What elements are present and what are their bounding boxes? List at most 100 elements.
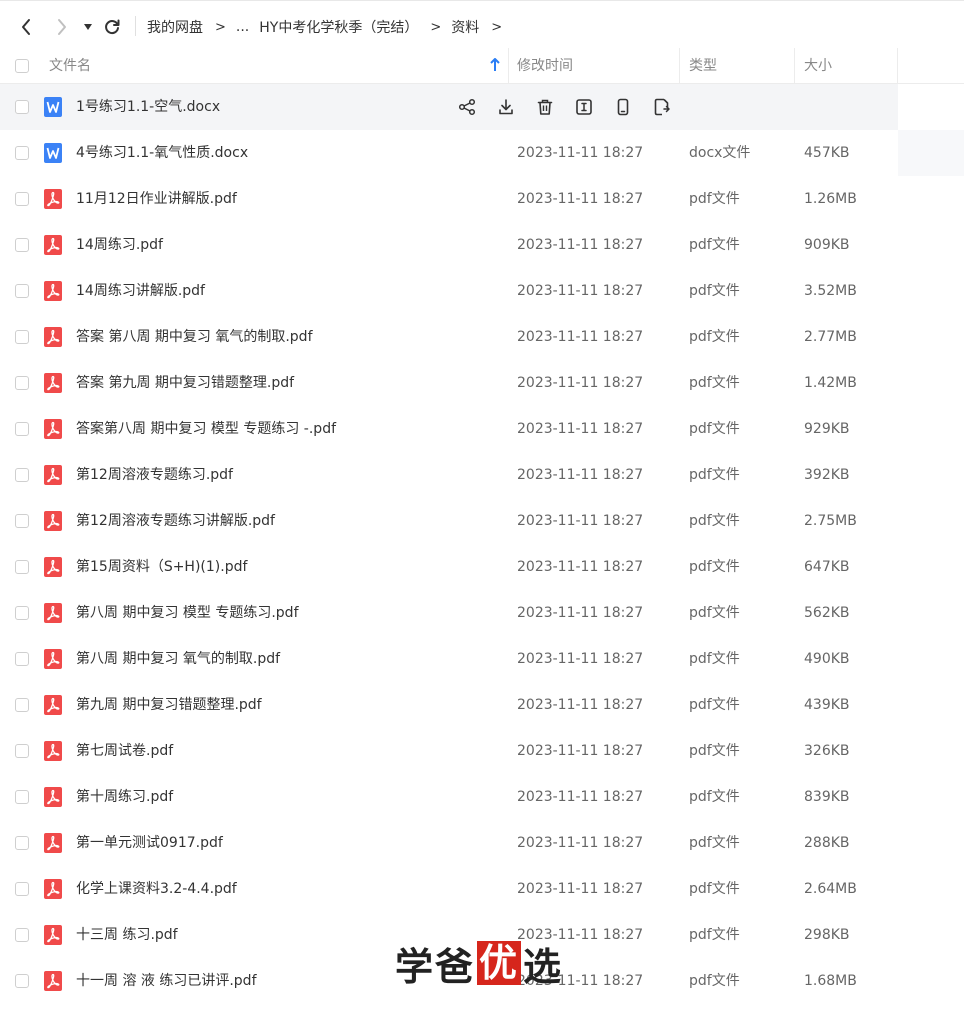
- file-checkbox[interactable]: [15, 698, 29, 712]
- file-row[interactable]: 第八周 期中复习 氧气的制取.pdf 2023-11-11 18:27 pdf文…: [0, 636, 964, 682]
- history-dropdown-button[interactable]: [80, 15, 96, 39]
- file-row[interactable]: 第一单元测试0917.pdf 2023-11-11 18:27 pdf文件 28…: [0, 820, 964, 866]
- file-name[interactable]: 1号练习1.1-空气.docx: [76, 84, 220, 130]
- file-row[interactable]: 第12周溶液专题练习讲解版.pdf 2023-11-11 18:27 pdf文件…: [0, 498, 964, 544]
- file-name[interactable]: 答案 第八周 期中复习 氧气的制取.pdf: [76, 314, 313, 360]
- column-header-size[interactable]: 大小: [804, 48, 832, 84]
- pdf-file-icon: [44, 235, 62, 255]
- file-name[interactable]: 答案第八周 期中复习 模型 专题练习 -.pdf: [76, 406, 336, 452]
- breadcrumb-item-course[interactable]: HY中考化学秋季（完结）: [259, 17, 418, 37]
- file-name[interactable]: 第十周练习.pdf: [76, 774, 173, 820]
- phone-icon[interactable]: [613, 97, 633, 117]
- column-divider[interactable]: [897, 48, 898, 84]
- file-type: pdf文件: [689, 789, 740, 805]
- column-header-modified[interactable]: 修改时间: [517, 48, 573, 84]
- share-icon[interactable]: [457, 97, 477, 117]
- sort-ascending-icon[interactable]: [490, 58, 500, 74]
- file-size: 439KB: [804, 697, 850, 713]
- file-row[interactable]: 4号练习1.1-氧气性质.docx 2023-11-11 18:27 docx文…: [0, 130, 964, 176]
- file-checkbox[interactable]: [15, 468, 29, 482]
- file-checkbox[interactable]: [15, 652, 29, 666]
- file-size: 392KB: [804, 467, 850, 483]
- file-row[interactable]: 答案 第九周 期中复习错题整理.pdf 2023-11-11 18:27 pdf…: [0, 360, 964, 406]
- file-row[interactable]: 第12周溶液专题练习.pdf 2023-11-11 18:27 pdf文件 39…: [0, 452, 964, 498]
- file-type: pdf文件: [689, 191, 740, 207]
- file-type: pdf文件: [689, 513, 740, 529]
- file-modified-time: 2023-11-11 18:27: [517, 835, 644, 851]
- file-checkbox[interactable]: [15, 790, 29, 804]
- file-name[interactable]: 第九周 期中复习错题整理.pdf: [76, 682, 262, 728]
- file-row[interactable]: 答案第八周 期中复习 模型 专题练习 -.pdf 2023-11-11 18:2…: [0, 406, 964, 452]
- file-row[interactable]: 14周练习讲解版.pdf 2023-11-11 18:27 pdf文件 3.52…: [0, 268, 964, 314]
- file-row[interactable]: 14周练习.pdf 2023-11-11 18:27 pdf文件 909KB: [0, 222, 964, 268]
- file-row[interactable]: 第八周 期中复习 模型 专题练习.pdf 2023-11-11 18:27 pd…: [0, 590, 964, 636]
- file-checkbox[interactable]: [15, 836, 29, 850]
- file-row[interactable]: 第七周试卷.pdf 2023-11-11 18:27 pdf文件 326KB: [0, 728, 964, 774]
- file-checkbox[interactable]: [15, 192, 29, 206]
- file-checkbox[interactable]: [15, 146, 29, 160]
- select-all-checkbox[interactable]: [15, 59, 29, 73]
- rename-icon[interactable]: [574, 97, 594, 117]
- file-name[interactable]: 第八周 期中复习 氧气的制取.pdf: [76, 636, 280, 682]
- file-modified-time: 2023-11-11 18:27: [517, 697, 644, 713]
- file-name[interactable]: 十三周 练习.pdf: [76, 912, 178, 958]
- file-checkbox[interactable]: [15, 330, 29, 344]
- pdf-file-icon: [44, 511, 62, 531]
- copy-icon[interactable]: [652, 97, 672, 117]
- file-name[interactable]: 十一周 溶 液 练习已讲评.pdf: [76, 958, 257, 1004]
- file-row[interactable]: 答案 第八周 期中复习 氧气的制取.pdf 2023-11-11 18:27 p…: [0, 314, 964, 360]
- pdf-file-icon: [44, 649, 62, 669]
- file-name[interactable]: 14周练习.pdf: [76, 222, 163, 268]
- file-checkbox[interactable]: [15, 514, 29, 528]
- file-row[interactable]: 化学上课资料3.2-4.4.pdf 2023-11-11 18:27 pdf文件…: [0, 866, 964, 912]
- file-size: 562KB: [804, 605, 850, 621]
- file-row[interactable]: 1号练习1.1-空气.docx: [0, 84, 964, 130]
- file-checkbox[interactable]: [15, 744, 29, 758]
- word-file-icon: [44, 143, 62, 163]
- file-checkbox[interactable]: [15, 284, 29, 298]
- forward-button[interactable]: [52, 15, 72, 39]
- column-header-name[interactable]: 文件名: [49, 48, 91, 84]
- breadcrumb-item-ellipsis[interactable]: ...: [236, 19, 249, 35]
- file-checkbox[interactable]: [15, 882, 29, 896]
- refresh-button[interactable]: [101, 15, 123, 39]
- file-name[interactable]: 14周练习讲解版.pdf: [76, 268, 205, 314]
- file-checkbox[interactable]: [15, 974, 29, 988]
- file-name[interactable]: 4号练习1.1-氧气性质.docx: [76, 130, 248, 176]
- delete-icon[interactable]: [535, 97, 555, 117]
- file-name[interactable]: 第八周 期中复习 模型 专题练习.pdf: [76, 590, 299, 636]
- file-size: 1.68MB: [804, 973, 857, 989]
- column-header-type[interactable]: 类型: [689, 48, 717, 84]
- file-row[interactable]: 第十周练习.pdf 2023-11-11 18:27 pdf文件 839KB: [0, 774, 964, 820]
- column-divider[interactable]: [679, 48, 680, 84]
- breadcrumb-separator: >: [215, 19, 226, 35]
- file-checkbox[interactable]: [15, 238, 29, 252]
- file-row[interactable]: 第九周 期中复习错题整理.pdf 2023-11-11 18:27 pdf文件 …: [0, 682, 964, 728]
- file-modified-time: 2023-11-11 18:27: [517, 513, 644, 529]
- file-checkbox[interactable]: [15, 422, 29, 436]
- file-name[interactable]: 第15周资料（S+H)(1).pdf: [76, 544, 247, 590]
- file-name[interactable]: 第12周溶液专题练习讲解版.pdf: [76, 498, 275, 544]
- file-row[interactable]: 11月12日作业讲解版.pdf 2023-11-11 18:27 pdf文件 1…: [0, 176, 964, 222]
- column-divider[interactable]: [794, 48, 795, 84]
- back-button[interactable]: [16, 15, 36, 39]
- breadcrumb-item-root[interactable]: 我的网盘: [147, 17, 203, 37]
- file-name[interactable]: 第一单元测试0917.pdf: [76, 820, 223, 866]
- file-name[interactable]: 答案 第九周 期中复习错题整理.pdf: [76, 360, 294, 406]
- file-checkbox[interactable]: [15, 606, 29, 620]
- breadcrumb-item-current[interactable]: 资料: [451, 17, 479, 37]
- row-side-background: [898, 130, 964, 176]
- file-row[interactable]: 第15周资料（S+H)(1).pdf 2023-11-11 18:27 pdf文…: [0, 544, 964, 590]
- file-checkbox[interactable]: [15, 560, 29, 574]
- file-name[interactable]: 第12周溶液专题练习.pdf: [76, 452, 233, 498]
- file-name[interactable]: 第七周试卷.pdf: [76, 728, 173, 774]
- download-icon[interactable]: [496, 97, 516, 117]
- file-checkbox[interactable]: [15, 928, 29, 942]
- file-name[interactable]: 化学上课资料3.2-4.4.pdf: [76, 866, 237, 912]
- watermark-text-1: 学爸: [395, 943, 476, 989]
- file-checkbox[interactable]: [15, 376, 29, 390]
- file-list-header: 文件名 修改时间 类型 大小: [0, 48, 964, 84]
- file-checkbox[interactable]: [15, 100, 29, 114]
- column-divider[interactable]: [508, 48, 509, 84]
- file-name[interactable]: 11月12日作业讲解版.pdf: [76, 176, 237, 222]
